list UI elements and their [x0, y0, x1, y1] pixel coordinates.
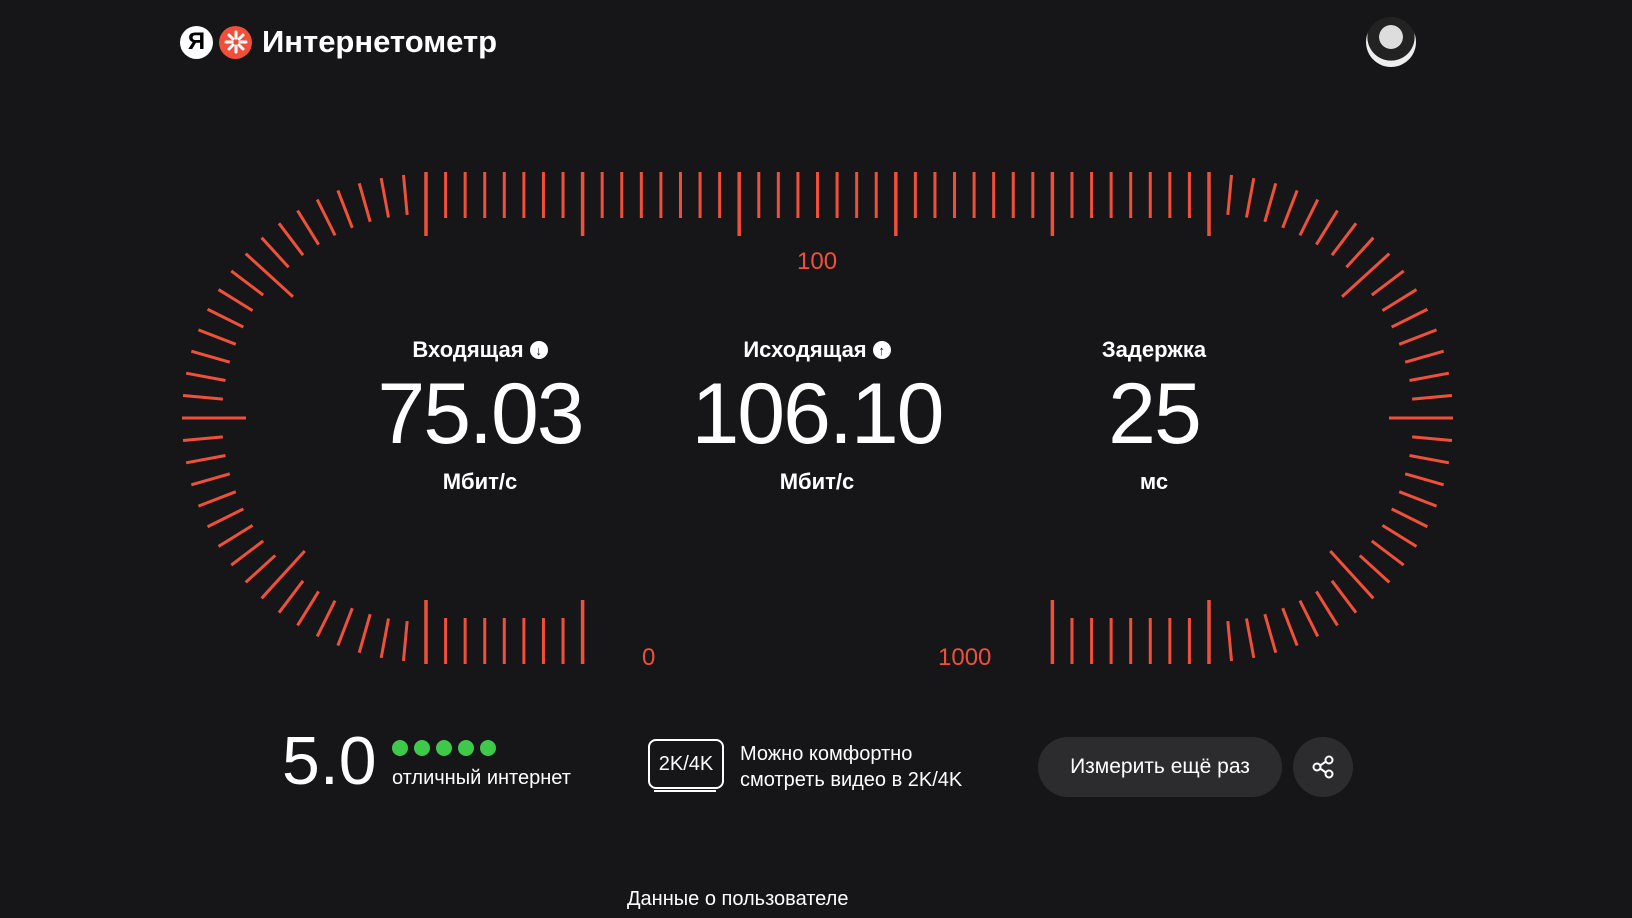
gauge-tick: [217, 288, 254, 312]
gauge-tick: [260, 236, 290, 269]
gauge-tick: [1381, 524, 1418, 548]
video-quality-badge: 2K/4K: [648, 739, 724, 789]
gauge-tick: [379, 618, 390, 659]
gauge-label-1000: 1000: [938, 644, 992, 671]
arrow-up-icon: ↑: [872, 341, 891, 359]
rating-dot: [414, 740, 430, 756]
gauge-tick: [357, 182, 372, 223]
download-title: Входящая: [412, 337, 524, 362]
gauge-tick: [182, 393, 224, 401]
gauge-tick: [1226, 620, 1234, 662]
gauge-tick: [277, 579, 305, 614]
tv-stand-icon: [654, 790, 716, 792]
gauge-tick: [1381, 288, 1418, 312]
gauge-tick: [1341, 252, 1391, 298]
latency-value: 25: [1108, 366, 1202, 462]
rating-dot: [480, 740, 496, 756]
gauge-tick: [1411, 393, 1453, 401]
download-unit: Мбит/с: [442, 469, 518, 494]
share-icon: [1312, 755, 1334, 779]
gauge-tick: [1398, 490, 1438, 508]
gauge-tick: [230, 539, 265, 567]
gauge-label-0: 0: [642, 644, 656, 671]
latency-title: Задержка: [1101, 337, 1207, 362]
share-button[interactable]: [1293, 737, 1353, 797]
rating-label: отличный интернет: [392, 767, 571, 789]
gauge-tick: [1409, 371, 1450, 382]
gauge-tick: [1370, 269, 1405, 297]
rating-dot: [458, 740, 474, 756]
gauge-tick: [1315, 590, 1339, 627]
gauge-tick: [244, 554, 277, 584]
gauge-tick: [1409, 454, 1450, 465]
gauge-tick: [260, 550, 306, 600]
gauge-tick: [1245, 618, 1256, 659]
gauge-tick: [315, 198, 337, 237]
gauge-tick: [1281, 189, 1299, 229]
gauge-tick: [1358, 554, 1391, 584]
gauge-tick: [1315, 209, 1339, 246]
gauge-tick: [206, 307, 245, 329]
gauge-tick: [244, 252, 294, 298]
gauge-tick: [1330, 579, 1358, 614]
gauge-tick: [401, 174, 409, 216]
gauge-tick: [197, 490, 237, 508]
arrow-down-icon: ↓: [529, 341, 548, 359]
gauge-tick: [1298, 599, 1320, 638]
gauge-tick: [379, 177, 390, 218]
gauge-tick: [1298, 198, 1320, 237]
gauge-label-100: 100: [797, 248, 838, 275]
download-metric: Входящая ↓ 75.03 Мбит/с: [330, 337, 630, 495]
rating-dot: [392, 740, 408, 756]
gauge-tick: [206, 507, 245, 529]
gauge-tick: [401, 620, 409, 662]
gauge-tick: [357, 613, 372, 654]
gauge-tick: [190, 349, 231, 364]
gauge-tick: [1263, 182, 1278, 223]
rating-dot: [436, 740, 452, 756]
upload-unit: Мбит/с: [779, 469, 855, 494]
video-description: Можно комфортно смотреть видео в 2K/4K: [740, 743, 963, 791]
upload-value: 106.10: [691, 366, 944, 462]
gauge-tick: [197, 328, 237, 346]
gauge-tick: [185, 371, 226, 382]
gauge-tick: [185, 454, 226, 465]
download-value: 75.03: [377, 366, 584, 462]
gauge-tick: [1226, 174, 1234, 216]
gauge-tick: [315, 599, 337, 638]
gauge-tick: [1411, 435, 1453, 443]
latency-unit: мс: [1139, 469, 1169, 494]
gauge-tick: [1345, 236, 1375, 269]
upload-title: Исходящая: [743, 337, 867, 362]
gauge-tick: [336, 189, 354, 229]
gauge-tick: [1245, 177, 1256, 218]
measure-again-button[interactable]: Измерить ещё раз: [1038, 737, 1282, 797]
gauge-tick: [182, 435, 224, 443]
gauge-tick: [1329, 550, 1375, 600]
gauge-tick: [277, 222, 305, 257]
gauge-tick: [1404, 349, 1445, 364]
gauge-tick: [230, 269, 265, 297]
user-data-link[interactable]: Данные о пользователе: [627, 888, 848, 911]
gauge-tick: [1398, 328, 1438, 346]
gauge-tick: [1263, 613, 1278, 654]
gauge-tick: [1370, 539, 1405, 567]
gauge-tick: [1390, 507, 1429, 529]
gauge-tick: [217, 524, 254, 548]
latency-metric: Задержка 25 мс: [1004, 337, 1304, 495]
rating-dots: [392, 740, 496, 756]
gauge-tick: [190, 472, 231, 487]
gauge-tick: [336, 607, 354, 647]
gauge-tick: [1281, 607, 1299, 647]
rating-score: 5.0: [282, 723, 377, 799]
gauge-tick: [1404, 472, 1445, 487]
gauge-tick: [296, 209, 320, 246]
gauge-tick: [1390, 307, 1429, 329]
gauge-tick: [296, 590, 320, 627]
upload-metric: Исходящая ↑ 106.10 Мбит/с: [667, 337, 967, 495]
gauge-tick: [1330, 222, 1358, 257]
